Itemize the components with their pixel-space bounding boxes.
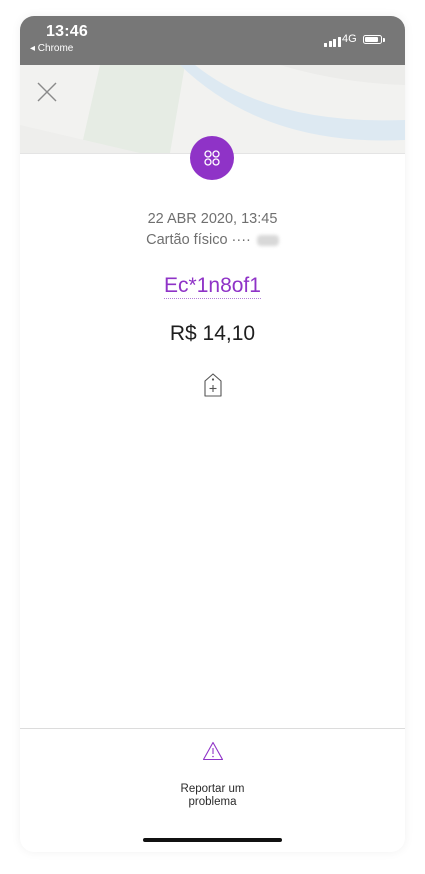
- back-to-chrome-link[interactable]: ◂ Chrome: [30, 43, 73, 54]
- report-problem-button[interactable]: Reportar um problema: [160, 741, 265, 821]
- close-button[interactable]: [34, 79, 60, 105]
- home-indicator[interactable]: [143, 838, 282, 842]
- phone-screen: 13:46 ◂ Chrome 4G 22 ABR 2020, 13:45 Car…: [20, 16, 405, 852]
- status-bar: 13:46 ◂ Chrome 4G: [20, 16, 405, 65]
- add-tag-button[interactable]: [202, 372, 224, 398]
- transaction-amount: R$ 14,10: [169, 322, 256, 345]
- network-type: 4G: [342, 33, 357, 45]
- battery-tip: [383, 38, 385, 42]
- signal-icon: [324, 37, 341, 47]
- bottom-divider: [20, 728, 405, 729]
- warning-icon: [202, 741, 224, 761]
- add-tag-icon: [204, 373, 222, 397]
- card-label: Cartão físico ····: [146, 232, 251, 248]
- card-info: Cartão físico ····: [20, 232, 405, 248]
- card-digits-redacted: [256, 234, 279, 246]
- report-problem-label: Reportar um problema: [180, 783, 245, 808]
- transaction-date: 22 ABR 2020, 13:45: [147, 211, 278, 227]
- merchant-name-link[interactable]: Ec*1n8of1: [164, 274, 261, 299]
- category-dots-icon: [204, 150, 220, 166]
- status-time: 13:46: [46, 23, 88, 40]
- merchant-name-row: Ec*1n8of1: [20, 274, 405, 299]
- battery-icon: [363, 35, 382, 44]
- close-icon: [37, 82, 57, 102]
- merchant-category-badge: [190, 136, 234, 180]
